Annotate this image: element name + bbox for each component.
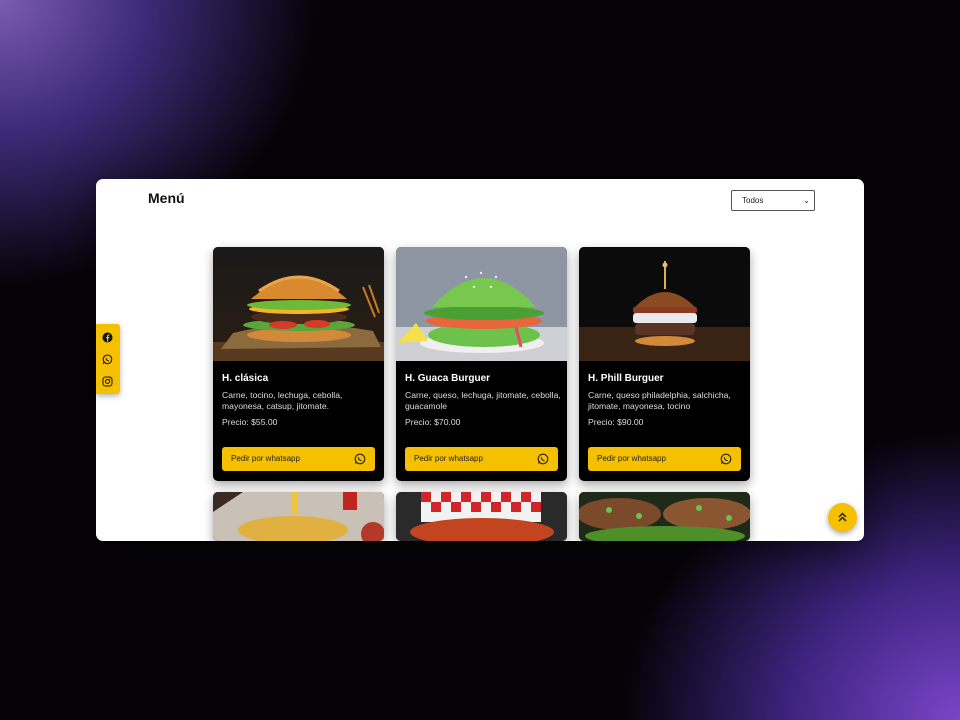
category-filter-select[interactable]: Todos ⌄ xyxy=(731,190,815,211)
order-button-label: Pedir por whatsapp xyxy=(597,454,666,463)
facebook-icon[interactable] xyxy=(102,332,113,343)
scroll-top-button[interactable] xyxy=(828,503,857,532)
menu-card xyxy=(213,492,384,541)
menu-card: H. clásica Carne, tocino, lechuga, cebol… xyxy=(213,247,384,481)
menu-card: H. Phill Burguer Carne, queso philadelph… xyxy=(579,247,750,481)
item-price: Precio: $70.00 xyxy=(405,417,461,427)
item-name: H. clásica xyxy=(222,373,269,384)
item-name: H. Guaca Burguer xyxy=(405,373,491,384)
filter-selected-value: Todos xyxy=(742,196,764,205)
item-description: Carne, queso, lechuga, jitomate, cebolla… xyxy=(405,390,561,411)
page-title: Menú xyxy=(148,190,185,206)
whatsapp-icon xyxy=(720,453,732,465)
order-button-label: Pedir por whatsapp xyxy=(231,454,300,463)
chevron-down-icon: ⌄ xyxy=(803,196,810,205)
order-whatsapp-button[interactable]: Pedir por whatsapp xyxy=(222,447,375,471)
item-description: Carne, queso philadelphia, salchicha, ji… xyxy=(588,390,731,411)
instagram-icon[interactable] xyxy=(102,376,113,387)
order-button-label: Pedir por whatsapp xyxy=(414,454,483,463)
burger-classic-image xyxy=(213,247,384,361)
menu-card xyxy=(396,492,567,541)
stuffed-peppers-image xyxy=(579,492,750,541)
guaca-burger-image xyxy=(396,247,567,361)
social-sidebar xyxy=(96,324,120,394)
item-price: Precio: $90.00 xyxy=(588,417,644,427)
wings-image xyxy=(396,492,567,541)
menu-card: H. Guaca Burguer Carne, queso, lechuga, … xyxy=(396,247,567,481)
order-whatsapp-button[interactable]: Pedir por whatsapp xyxy=(588,447,741,471)
order-whatsapp-button[interactable]: Pedir por whatsapp xyxy=(405,447,558,471)
item-name: H. Phill Burguer xyxy=(588,373,664,384)
menu-card xyxy=(579,492,750,541)
double-chevron-up-icon xyxy=(838,512,847,522)
whatsapp-icon xyxy=(354,453,366,465)
item-price: Precio: $55.00 xyxy=(222,417,278,427)
menu-window: Menú Todos ⌄ H. clásica Carne, tocino, l… xyxy=(96,179,864,541)
fries-image xyxy=(213,492,384,541)
phill-burger-image xyxy=(579,247,750,361)
item-description: Carne, tocino, lechuga, cebolla, mayones… xyxy=(222,390,343,411)
whatsapp-icon xyxy=(537,453,549,465)
whatsapp-icon[interactable] xyxy=(102,354,113,365)
